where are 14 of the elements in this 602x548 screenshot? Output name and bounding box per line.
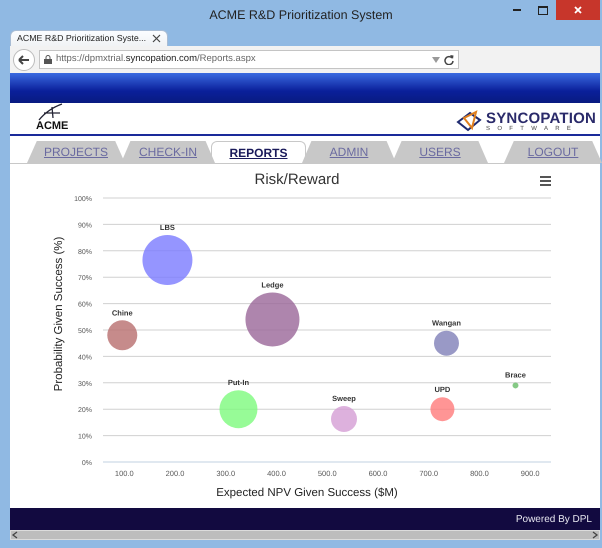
footer-text: Powered By DPL <box>516 512 592 526</box>
brand-name: SYNCOPATION <box>486 110 596 126</box>
nav-tab[interactable]: CHECK-IN <box>121 141 215 163</box>
nav-tab[interactable]: ADMIN <box>302 141 396 163</box>
address-field[interactable]: https://dpmxtrial.syncopation.com/Reports.aspx <box>39 50 459 69</box>
chart-title: Risk/Reward <box>254 171 340 188</box>
window-title: ACME R&D Prioritization System <box>209 8 393 22</box>
nav-tab[interactable]: USERS <box>392 141 488 163</box>
logo-text: ACME <box>36 121 68 132</box>
x-axis-title: Expected NPV Given Success ($M) <box>216 487 398 499</box>
nav-tab[interactable]: PROJECTS <box>27 141 125 163</box>
browser-tab[interactable]: ACME R&D Prioritization Syste... <box>10 30 168 46</box>
nav-tab[interactable]: LOGOUT <box>504 141 602 163</box>
y-axis-title: Probability Given Success (%) <box>53 236 65 392</box>
